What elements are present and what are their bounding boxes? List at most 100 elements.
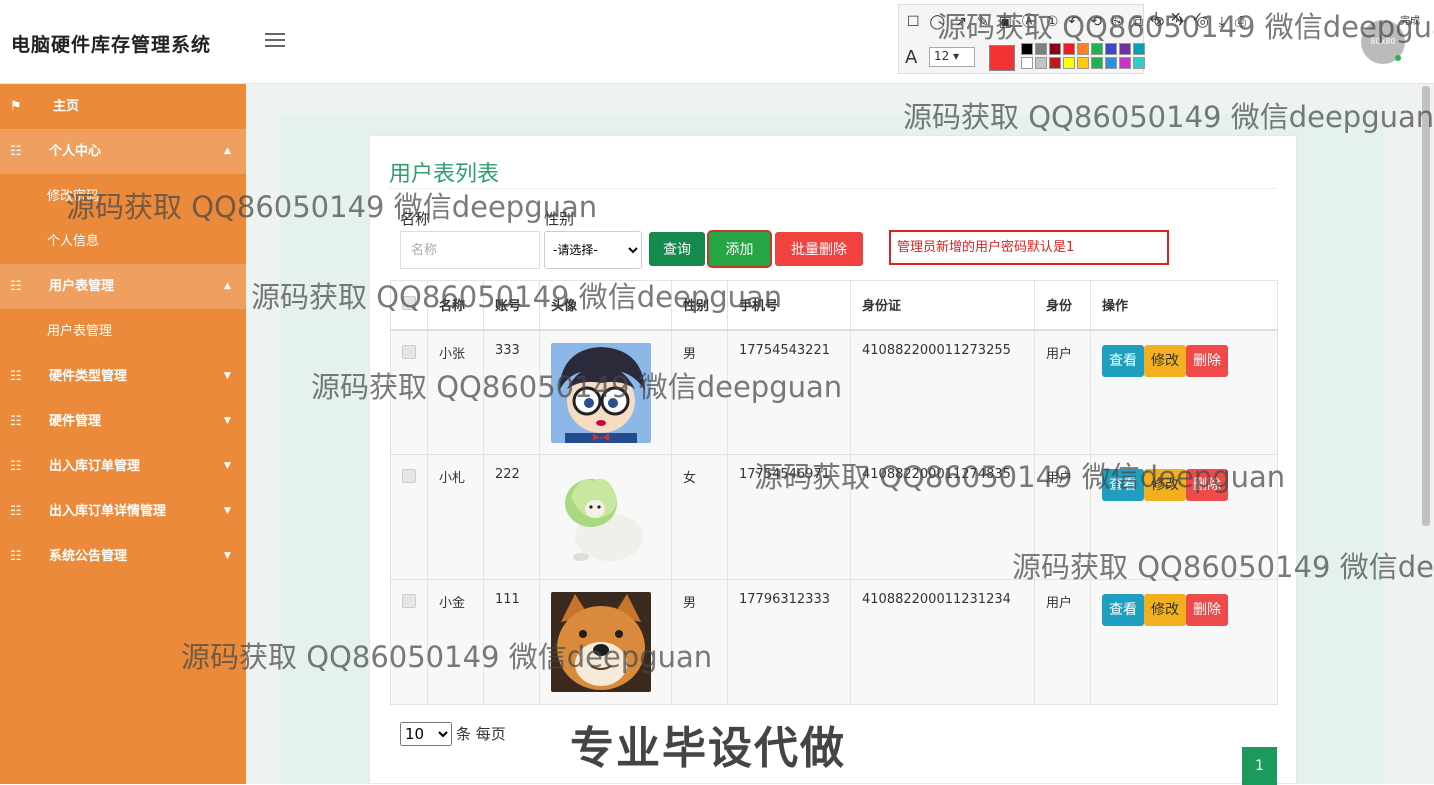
select-all-cell (390, 280, 428, 331)
user-role: 用户 (1034, 579, 1091, 705)
chevron-down-icon: ▼ (224, 461, 231, 471)
current-color-swatch[interactable] (989, 45, 1015, 71)
color-swatch[interactable] (1035, 43, 1047, 55)
color-swatch[interactable] (1063, 43, 1075, 55)
grid-icon: ☷ (10, 144, 22, 159)
sidebar-subitem-personal-info[interactable]: 个人信息 (0, 219, 246, 264)
delete-button[interactable]: 删除 (1186, 594, 1228, 626)
avatar[interactable]: 80x80 (1361, 20, 1405, 64)
color-palette (1021, 43, 1145, 69)
edit-button[interactable]: 修改 (1144, 594, 1186, 626)
chevron-down-icon: ▼ (224, 506, 231, 516)
user-phone: 17754543221 (727, 329, 851, 455)
page-number-button[interactable]: 1 (1242, 747, 1277, 785)
color-swatch[interactable] (1049, 43, 1061, 55)
column-header: 账号 (483, 280, 540, 331)
view-button[interactable]: 查看 (1102, 344, 1144, 377)
color-swatch[interactable] (1119, 57, 1131, 69)
color-swatch[interactable] (1105, 57, 1117, 69)
color-swatch[interactable] (1105, 43, 1117, 55)
add-button[interactable]: 添加 (709, 232, 770, 266)
password-notice: 管理员新增的用户密码默认是1 (889, 230, 1169, 265)
grid-icon: ☷ (10, 369, 22, 384)
page-title: 用户表列表 (389, 162, 500, 187)
chevron-up-icon: ▲ (224, 146, 231, 156)
color-swatch[interactable] (1021, 57, 1033, 69)
color-swatch[interactable] (1133, 57, 1145, 69)
page-size-select[interactable]: 10 (400, 722, 452, 746)
cabbage-dog-avatar (551, 467, 651, 567)
grid-icon: ☷ (10, 549, 22, 564)
color-swatch[interactable] (1091, 43, 1103, 55)
annotation-extra-tool-icons[interactable]: ↲✕✓ (1148, 10, 1213, 26)
chevron-down-icon: ▼ (224, 371, 231, 381)
sidebar-item-stock-orders[interactable]: ☷ 出入库订单管理 ▼ (0, 444, 246, 489)
color-swatch[interactable] (1133, 43, 1145, 55)
user-id-card: 410882200011273255 (850, 329, 1035, 455)
sex-select[interactable]: -请选择- (544, 231, 642, 269)
online-status-icon (1395, 55, 1401, 61)
query-button[interactable]: 查询 (649, 232, 705, 266)
color-swatch[interactable] (1077, 43, 1089, 55)
sidebar-item-stock-order-details[interactable]: ☷ 出入库订单详情管理 ▼ (0, 489, 246, 534)
grid-icon: ☷ (10, 279, 22, 294)
done-button[interactable]: 完成 (1400, 12, 1420, 27)
text-tool-icon[interactable]: A (905, 47, 917, 68)
user-table: 名称 账号 头像 性别 手机号 身份证 身份 操作 小张 333 男 17754… (390, 280, 1278, 705)
view-button[interactable]: 查看 (1102, 594, 1144, 626)
page-size-control: 10条 每页 (400, 722, 506, 746)
chevron-up-icon: ▲ (224, 281, 231, 291)
select-all-checkbox[interactable] (402, 295, 416, 310)
sex-filter-label: 性别 (544, 210, 575, 228)
chevron-down-icon: ▼ (224, 551, 231, 561)
chevron-down-icon: ▼ (224, 416, 231, 426)
flag-icon: ⚑ (10, 99, 22, 114)
scrollbar[interactable] (1420, 84, 1434, 534)
color-swatch[interactable] (1063, 57, 1075, 69)
batch-delete-button[interactable]: 批量删除 (775, 232, 863, 266)
color-swatch[interactable] (1091, 57, 1103, 69)
name-search-input[interactable] (400, 231, 540, 269)
font-size-select[interactable]: 12 ▾ (929, 47, 975, 67)
row-checkbox[interactable] (402, 344, 416, 359)
row-checkbox[interactable] (402, 594, 416, 608)
sidebar-item-user-management[interactable]: ☷ 用户表管理 ▲ (0, 264, 246, 309)
user-id-card: 410882200011274835 (850, 454, 1035, 580)
view-button[interactable]: 查看 (1102, 469, 1144, 501)
user-name: 小张 (427, 329, 484, 455)
color-swatch[interactable] (1077, 57, 1089, 69)
table-row: 小金 111 男 17796312333 410882200011231234 … (390, 579, 1278, 705)
menu-toggle-icon[interactable] (265, 33, 285, 49)
sidebar-subitem-user-management[interactable]: 用户表管理 (0, 309, 246, 354)
edit-button[interactable]: 修改 (1144, 469, 1186, 501)
grid-icon: ☷ (10, 459, 22, 474)
table-row: 小张 333 男 17754543221 410882200011273255 … (390, 329, 1278, 455)
sidebar-item-announcements[interactable]: ☷ 系统公告管理 ▼ (0, 534, 246, 579)
color-swatch[interactable] (1119, 43, 1131, 55)
user-account: 111 (483, 579, 540, 705)
table-row: 小札 222 女 17754546971 410882200011274835 … (390, 454, 1278, 580)
name-filter-label: 名称 (400, 210, 431, 228)
user-name: 小札 (427, 454, 484, 580)
delete-button[interactable]: 删除 (1186, 469, 1228, 501)
color-swatch[interactable] (1021, 43, 1033, 55)
color-swatch[interactable] (1035, 57, 1047, 69)
scrollbar-thumb[interactable] (1422, 86, 1430, 526)
user-role: 用户 (1034, 454, 1091, 580)
shiba-avatar (551, 592, 651, 692)
delete-button[interactable]: 删除 (1186, 344, 1228, 377)
column-header: 性别 (671, 280, 728, 331)
column-header: 身份 (1034, 280, 1091, 331)
sidebar-item-home[interactable]: ⚑ 主页 (0, 84, 246, 129)
user-sex: 男 (671, 329, 728, 455)
row-checkbox[interactable] (402, 469, 416, 483)
sidebar-item-hardware-type[interactable]: ☷ 硬件类型管理 ▼ (0, 354, 246, 399)
edit-button[interactable]: 修改 (1144, 344, 1186, 377)
user-phone: 17796312333 (727, 579, 851, 705)
user-account: 333 (483, 329, 540, 455)
sidebar-item-hardware[interactable]: ☷ 硬件管理 ▼ (0, 399, 246, 444)
sidebar-item-personal-center[interactable]: ☷ 个人中心 ▲ (0, 129, 246, 174)
sidebar-subitem-change-password[interactable]: 修改密码 (0, 174, 246, 219)
user-phone: 17754546971 (727, 454, 851, 580)
color-swatch[interactable] (1049, 57, 1061, 69)
